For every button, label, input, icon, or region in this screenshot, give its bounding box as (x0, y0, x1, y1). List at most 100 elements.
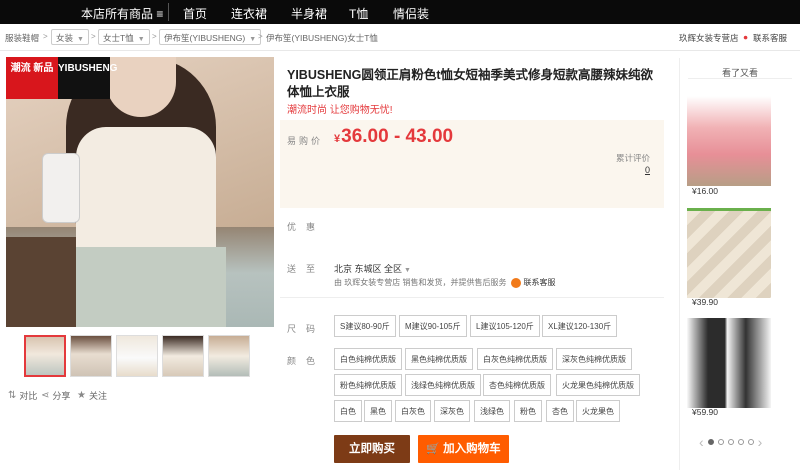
breadcrumb-separator: > (152, 32, 157, 41)
breadcrumb: 服装鞋帽 > 女装 ▼ > 女士T恤 ▼ > 伊布笙(YIBUSHENG) ▼ > 伊… (0, 24, 800, 51)
color-option[interactable]: 白色 (334, 400, 362, 422)
buy-now-button[interactable]: 立即购买 (334, 435, 410, 463)
recommend-item-3-image[interactable] (687, 318, 771, 408)
promo-label: 优惠 (287, 222, 326, 232)
carousel-dot[interactable] (747, 439, 754, 445)
price-box: 易购价 ¥36.00 - 43.00 累计评价 0 (280, 120, 664, 208)
contact-service-inline[interactable]: 联系客服 (523, 277, 555, 288)
carousel-dot[interactable] (737, 439, 744, 445)
recommend-sidebar: 看了又看 ¥16.00 ¥39.90 ¥59.90 (679, 58, 799, 470)
dropdown-arrow-icon: ▼ (249, 36, 257, 43)
color-option[interactable]: 白灰色 (395, 400, 431, 422)
shop-name-link[interactable]: 玖辉女装专营店 (679, 32, 739, 44)
image-tshirt (76, 127, 216, 257)
chevron-left-icon[interactable]: ‹ (699, 434, 704, 450)
dropdown-arrow-icon: ▼ (404, 267, 411, 274)
color-option[interactable]: 火龙果色 (576, 400, 620, 422)
thumbnail-4[interactable] (162, 335, 204, 377)
currency-symbol: ¥ (334, 133, 341, 145)
top-nav-bar: 本店所有商品 ≡ 首页 连衣裙 半身裙 T恤 情侣装 (0, 0, 800, 24)
contact-service-link[interactable]: 联系客服 (753, 32, 787, 44)
shipping-note: 由 玖辉女装专营店 销售和发货，并提供售后服务 (334, 278, 507, 287)
size-label: 尺码 (287, 324, 326, 334)
badge-trend-new: 潮流 新品 (6, 57, 58, 99)
breadcrumb-separator: > (43, 32, 48, 41)
thumbnail-image (209, 336, 249, 376)
breadcrumb-separator: > (91, 32, 96, 41)
nav-skirts[interactable]: 半身裙 (291, 5, 327, 22)
color-option[interactable]: 火龙果色纯棉优质版 (556, 374, 640, 396)
breadcrumb-dropdown-brand[interactable]: 伊布笙(YIBUSHENG) ▼ (159, 29, 262, 45)
contact-service-icon[interactable]: ● (743, 32, 748, 42)
product-title: YIBUSHENG圆领正肩粉色t恤女短袖季美式修身短款高腰辣妹纯欲体恤上衣服 (287, 68, 653, 99)
breadcrumb-dropdown-tshirt[interactable]: 女士T恤 ▼ (98, 29, 150, 45)
nav-dresses[interactable]: 连衣裙 (231, 5, 267, 22)
nav-divider (168, 3, 169, 21)
nav-couple-wear[interactable]: 情侣装 (393, 5, 429, 22)
compare-action[interactable]: ⇅ 对比 (8, 389, 37, 402)
color-option[interactable]: 浅绿色 (474, 400, 510, 422)
size-option-m[interactable]: M建议90-105斤 (399, 315, 467, 337)
nav-home[interactable]: 首页 (183, 5, 207, 22)
color-option[interactable]: 白色纯棉优质版 (334, 348, 402, 370)
recommend-item-2-image[interactable] (687, 208, 771, 298)
add-to-cart-button[interactable]: 🛒 加入购物车 (418, 435, 509, 463)
color-option[interactable]: 粉色 (514, 400, 542, 422)
size-option-xl[interactable]: XL建议120-130斤 (542, 315, 618, 337)
customer-service-icon[interactable] (511, 277, 522, 288)
nav-tshirts[interactable]: T恤 (349, 5, 368, 22)
compare-icon: ⇅ (8, 390, 17, 401)
product-slogan: 潮流时尚 让您购物无忧! (287, 105, 393, 116)
share-action[interactable]: ⋖ 分享 (41, 389, 70, 402)
thumbnail-2[interactable] (70, 335, 112, 377)
carousel-dot[interactable] (727, 439, 734, 445)
add-to-cart-label: 加入购物车 (443, 443, 501, 455)
color-option[interactable]: 粉色纯棉优质版 (334, 374, 402, 396)
share-icon: ⋖ (41, 390, 50, 401)
new-arrival-badge: 潮流 新品 YIBUSHENG (6, 57, 117, 99)
color-option[interactable]: 黑色 (364, 400, 392, 422)
thumbnail-3[interactable] (116, 335, 158, 377)
location-text: 北京 东城区 全区 (334, 264, 403, 274)
breadcrumb-separator: > (258, 32, 263, 41)
breadcrumb-label: 伊布笙(YIBUSHENG) (164, 33, 246, 43)
badge-brand: YIBUSHENG (58, 57, 117, 99)
recommend-carousel-controls: ‹ › (699, 434, 762, 450)
color-option[interactable]: 黑色纯棉优质版 (405, 348, 473, 370)
breadcrumb-current: 伊布笙(YIBUSHENG)女士T恤 (266, 33, 378, 43)
size-option-s[interactable]: S建议80-90斤 (334, 315, 396, 337)
color-option[interactable]: 杏色 (546, 400, 574, 422)
divider (688, 78, 792, 79)
dropdown-arrow-icon: ▼ (77, 36, 84, 43)
size-option-l[interactable]: L建议105-120斤 (470, 315, 540, 337)
location-selector[interactable]: 北京 东城区 全区 ▼ (334, 262, 411, 275)
ship-to-label: 送至 (287, 264, 326, 274)
color-option[interactable]: 深灰色 (434, 400, 470, 422)
shipping-info: 由 玖辉女装专营店 销售和发货，并提供售后服务 联系客服 (334, 277, 555, 288)
recommend-item-1-image[interactable] (687, 96, 771, 186)
review-count[interactable]: 0 (645, 165, 650, 175)
compare-label: 对比 (19, 391, 38, 401)
thumbnail-image (71, 336, 111, 376)
thumbnail-1[interactable] (24, 335, 66, 377)
share-label: 分享 (52, 391, 71, 401)
color-option[interactable]: 杏色纯棉优质版 (483, 374, 551, 396)
breadcrumb-home[interactable]: 服装鞋帽 (5, 32, 39, 44)
carousel-dot[interactable] (707, 439, 714, 445)
thumbnail-image (26, 337, 64, 375)
breadcrumb-dropdown-women[interactable]: 女装 ▼ (51, 29, 89, 45)
image-phone (42, 153, 80, 223)
color-option[interactable]: 白灰色纯棉优质版 (477, 348, 553, 370)
thumbnail-5[interactable] (208, 335, 250, 377)
all-products-menu[interactable]: 本店所有商品 ≡ (81, 5, 163, 22)
star-icon: ★ (77, 390, 86, 401)
chevron-right-icon[interactable]: › (758, 434, 763, 450)
thumbnail-image (163, 336, 203, 376)
follow-action[interactable]: ★ 关注 (77, 389, 107, 402)
price-label: 易购价 (287, 136, 324, 146)
color-option[interactable]: 浅绿色纯棉优质版 (405, 374, 481, 396)
review-label: 累计评价 (615, 153, 650, 163)
price-range: 36.00 - 43.00 (341, 126, 454, 147)
color-option[interactable]: 深灰色纯棉优质版 (556, 348, 632, 370)
carousel-dot[interactable] (717, 439, 724, 445)
